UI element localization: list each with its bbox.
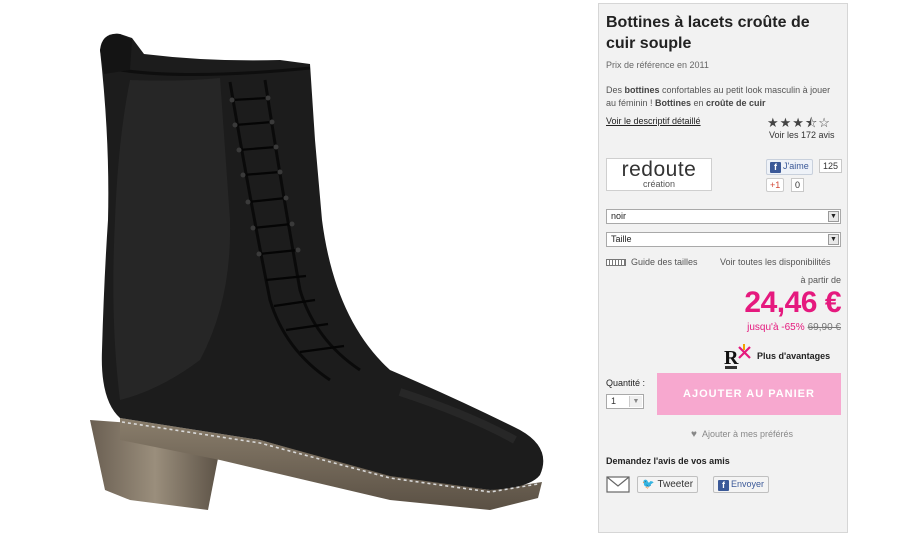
description-keyword: Bottines — [655, 98, 692, 108]
price-from-label: à partir de — [800, 275, 841, 285]
mail-icon[interactable] — [606, 476, 630, 493]
current-price: 24,46 € — [744, 286, 841, 319]
chevron-down-icon: ▼ — [629, 396, 642, 407]
like-label: J'aime — [783, 161, 809, 171]
discount-info: jusqu'à -65% 69,90 € — [747, 322, 841, 333]
brand-subtitle: création — [642, 179, 676, 189]
product-title: Bottines à lacets croûte de cuir souple — [606, 14, 810, 52]
facebook-send-button[interactable]: f Envoyer — [713, 476, 770, 493]
discount-label: jusqu'à -65% — [747, 322, 805, 333]
chevron-down-icon: ▼ — [828, 211, 839, 222]
reviews-link[interactable]: Voir les 172 avis — [769, 130, 835, 140]
facebook-like-button[interactable]: f J'aime — [766, 159, 813, 175]
quantity-label: Quantité : — [606, 378, 646, 388]
old-price: 69,90 € — [807, 322, 841, 333]
send-label: Envoyer — [731, 479, 765, 489]
description-keyword: bottines — [624, 85, 660, 95]
tweet-label: Tweeter — [657, 479, 694, 490]
ask-friends-heading: Demandez l'avis de vos amis — [606, 456, 730, 466]
tweet-button[interactable]: 🐦 Tweeter — [637, 476, 699, 493]
twitter-bird-icon: 🐦 — [642, 479, 655, 490]
chevron-down-icon: ▼ — [828, 234, 839, 245]
r-premium-logo-icon[interactable]: R — [723, 344, 751, 370]
quantity-select[interactable]: 1 ▼ — [606, 394, 644, 409]
more-advantages-link[interactable]: Plus d'avantages — [757, 351, 830, 361]
product-panel: Bottines à lacets croûte de cuir souple … — [598, 3, 848, 533]
like-count: 125 — [819, 159, 843, 173]
detailed-description-link[interactable]: Voir le descriptif détaillé — [606, 116, 701, 126]
facebook-icon: f — [770, 162, 781, 173]
description-text: Des — [606, 85, 625, 95]
product-description: Des bottines confortables au petit look … — [606, 84, 841, 110]
quantity-value: 1 — [611, 396, 617, 406]
color-select-value: noir — [611, 211, 627, 221]
size-select[interactable]: Taille ▼ — [606, 232, 841, 247]
brand-name: redoute — [621, 158, 697, 181]
brand-logo[interactable]: redoute création — [606, 158, 712, 191]
svg-text:R: R — [724, 347, 739, 369]
favorites-label: Ajouter à mes préférés — [701, 429, 793, 439]
size-guide-link[interactable]: Guide des tailles — [606, 257, 698, 267]
add-to-favorites-link[interactable]: ♥ Ajouter à mes préférés — [691, 429, 793, 440]
reference-price-note: Prix de référence en 2011 — [606, 60, 709, 70]
size-select-value: Taille — [611, 234, 632, 244]
product-image[interactable] — [60, 20, 560, 530]
size-guide-label: Guide des tailles — [631, 257, 698, 267]
facebook-icon: f — [718, 480, 729, 491]
add-to-cart-button[interactable]: AJOUTER AU PANIER — [657, 373, 841, 415]
ruler-icon — [606, 259, 626, 267]
heart-icon: ♥ — [691, 429, 697, 440]
google-plus-button[interactable]: +1 — [766, 178, 785, 192]
description-text: en — [691, 98, 707, 108]
color-select[interactable]: noir ▼ — [606, 209, 841, 224]
availability-link[interactable]: Voir toutes les disponibilités — [720, 257, 831, 267]
description-keyword: croûte de cuir — [706, 98, 766, 108]
google-plus-count: 0 — [791, 178, 805, 192]
